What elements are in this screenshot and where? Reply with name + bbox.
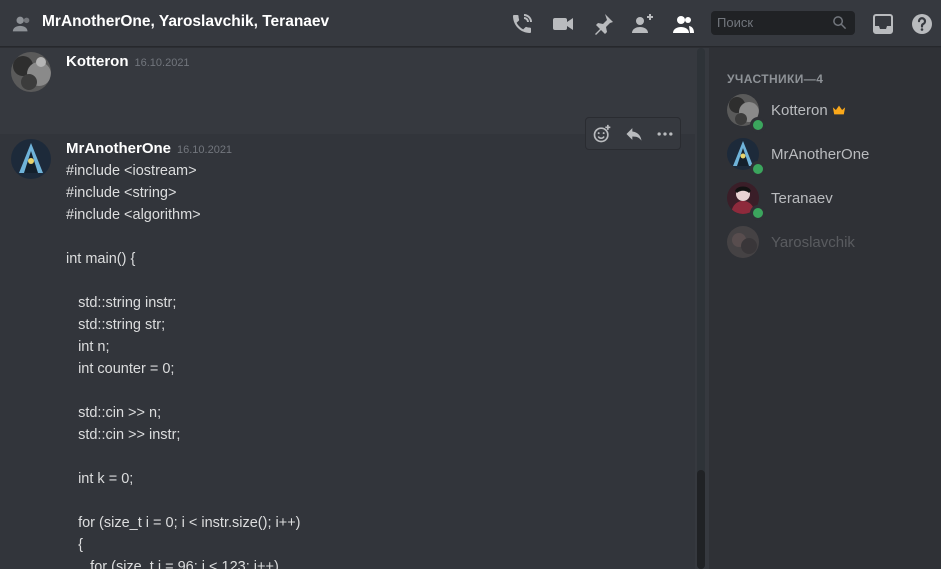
message-line: std::cin >> n; bbox=[66, 405, 162, 421]
message-author[interactable]: Kotteron 16.10.2021 bbox=[66, 53, 190, 70]
people-icon bbox=[12, 16, 30, 32]
more-icon[interactable] bbox=[655, 124, 675, 144]
message-line: int main() { bbox=[66, 251, 136, 267]
member-name: Yaroslavchik bbox=[771, 234, 855, 251]
member-item-yaroslavchik[interactable]: Yaroslavchik bbox=[717, 221, 935, 263]
channel-header: MrAnotherOne, Yaroslavchik, Teranaev Пои… bbox=[0, 0, 941, 47]
avatar-image-mranotherone bbox=[11, 139, 51, 179]
message-line: #include <algorithm> bbox=[66, 207, 201, 223]
avatar-image-kotteron bbox=[11, 52, 51, 92]
online-status-icon bbox=[750, 161, 766, 177]
video-call-icon[interactable] bbox=[551, 12, 575, 36]
reply-icon[interactable] bbox=[624, 124, 644, 144]
add-reaction-icon[interactable] bbox=[592, 124, 612, 144]
avatar[interactable] bbox=[11, 52, 51, 92]
search-placeholder: Поиск bbox=[717, 15, 754, 30]
search-input[interactable]: Поиск bbox=[711, 11, 855, 35]
message-line bbox=[66, 226, 301, 248]
message-timestamp: 16.10.2021 bbox=[177, 144, 233, 156]
message-line: { bbox=[66, 537, 83, 553]
search-icon bbox=[833, 16, 847, 30]
message-line bbox=[66, 380, 301, 402]
member-name: MrAnotherOne bbox=[771, 146, 870, 163]
inbox-icon[interactable] bbox=[871, 12, 895, 36]
message-line: for (size_t j = 96; j < 123; j++) bbox=[66, 559, 279, 569]
member-item-mranotherone[interactable]: MrAnotherOne bbox=[717, 133, 935, 177]
avatar[interactable] bbox=[727, 226, 759, 258]
message-line: #include <string> bbox=[66, 185, 177, 201]
message-line: for (size_t i = 0; i < instr.size(); i++… bbox=[66, 515, 301, 531]
members-heading: УЧАСТНИКИ—4 bbox=[727, 72, 824, 86]
member-name: Kotteron bbox=[771, 102, 846, 119]
message-actions bbox=[585, 117, 681, 150]
help-icon[interactable] bbox=[910, 12, 934, 36]
member-list: УЧАСТНИКИ—4 Kotteron MrAnotherOne Terana… bbox=[709, 48, 941, 569]
voice-call-icon[interactable] bbox=[510, 12, 534, 36]
message-line: std::string instr; bbox=[66, 295, 177, 311]
channel-title: MrAnotherOne, Yaroslavchik, Teranaev bbox=[42, 13, 330, 30]
crown-icon bbox=[832, 105, 845, 115]
member-name: Teranaev bbox=[771, 190, 833, 207]
message-author[interactable]: MrAnotherOne 16.10.2021 bbox=[66, 140, 232, 157]
message-line: int n; bbox=[66, 339, 110, 355]
member-item-teranaev[interactable]: Teranaev bbox=[717, 177, 935, 221]
message-line bbox=[66, 490, 301, 512]
pin-icon[interactable] bbox=[591, 12, 615, 36]
message-line: #include <iostream> bbox=[66, 163, 197, 179]
author-name[interactable]: Kotteron bbox=[66, 53, 129, 70]
message-content: #include <iostream> #include <string> #i… bbox=[66, 160, 301, 569]
member-name-text: Kotteron bbox=[771, 102, 828, 119]
online-status-icon bbox=[750, 205, 766, 221]
author-name[interactable]: MrAnotherOne bbox=[66, 140, 171, 157]
add-friend-icon[interactable] bbox=[631, 12, 655, 36]
message-line bbox=[66, 446, 301, 468]
message-timestamp: 16.10.2021 bbox=[134, 57, 190, 69]
message-line bbox=[66, 270, 301, 292]
message-line: int counter = 0; bbox=[66, 361, 175, 377]
avatar[interactable] bbox=[11, 139, 51, 179]
scrollbar-thumb[interactable] bbox=[697, 470, 705, 569]
member-list-icon[interactable] bbox=[671, 12, 695, 36]
message-line: int k = 0; bbox=[66, 471, 134, 487]
avatar-image-yaroslavchik bbox=[727, 226, 759, 258]
online-status-icon bbox=[750, 117, 766, 133]
message-line: std::cin >> instr; bbox=[66, 427, 181, 443]
message-item: Kotteron 16.10.2021 bbox=[0, 48, 695, 118]
member-item-kotteron[interactable]: Kotteron bbox=[717, 89, 935, 133]
message-line: std::string str; bbox=[66, 317, 166, 333]
